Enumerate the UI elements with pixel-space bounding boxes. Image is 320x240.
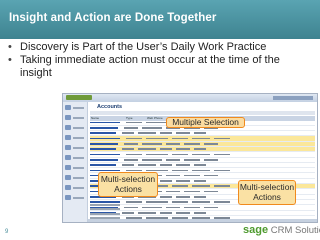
column-header[interactable]: Name [90, 116, 125, 121]
crm-logo [66, 95, 92, 100]
module-title: Accounts [97, 104, 123, 110]
cases-icon[interactable] [65, 164, 85, 173]
bullet-list: Discovery is Part of the User’s Daily Wo… [8, 41, 314, 80]
home-icon[interactable] [65, 104, 85, 113]
contacts-icon[interactable] [65, 124, 85, 133]
slide-title: Insight and Action are Done Together [9, 12, 217, 24]
bullet-item: Taking immediate action must occur at th… [8, 54, 314, 79]
sage-crm-logo: sage CRM Solutions [243, 224, 320, 236]
slide-title-bar: Insight and Action are Done Together [0, 0, 320, 39]
multi-selection-actions-callout-right: Multi-selection Actions [238, 180, 296, 205]
email-icon[interactable] [65, 184, 85, 193]
bullet-item: Discovery is Part of the User’s Daily Wo… [8, 41, 314, 54]
multi-selection-actions-callout-left: Multi-selection Actions [98, 172, 158, 197]
crm-tab-bar[interactable] [90, 111, 315, 115]
settings-icon[interactable] [65, 194, 85, 203]
leads-icon[interactable] [65, 144, 85, 153]
multiple-selection-callout: Multiple Selection [166, 117, 245, 128]
crm-status-bar [88, 219, 317, 222]
column-header[interactable]: Type [125, 116, 146, 121]
opportunities-icon[interactable] [65, 154, 85, 163]
calendar-icon[interactable] [65, 114, 85, 123]
accounts-icon[interactable] [65, 134, 85, 143]
crm-top-bar [63, 94, 317, 102]
crm-sidebar [63, 102, 88, 222]
page-number: 9 [5, 229, 9, 235]
crm-user-info [273, 96, 313, 100]
reports-icon[interactable] [65, 174, 85, 183]
